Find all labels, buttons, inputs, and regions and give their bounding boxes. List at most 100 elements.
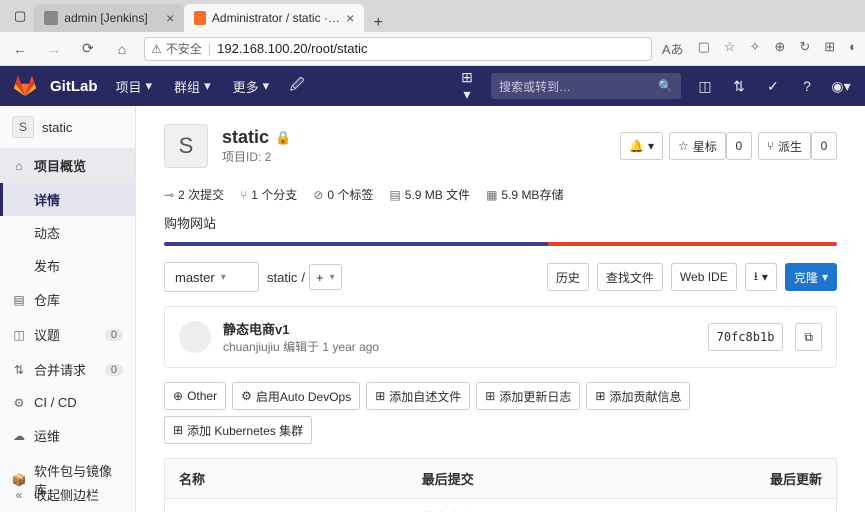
tab-title-jenkins: admin [Jenkins] — [64, 11, 147, 25]
extensions-icon[interactable]: ⊞ — [824, 39, 835, 58]
col-name: 名称 — [165, 459, 408, 499]
chevron-down-icon: ▾ — [204, 78, 211, 94]
commit-sha[interactable]: 70fc8b1b — [708, 323, 784, 351]
stat-branch[interactable]: ⑂1 个分支 — [240, 186, 297, 203]
merge-requests-icon[interactable]: ⇅ — [729, 78, 749, 95]
copy-icon: ⧉ — [804, 330, 813, 345]
new-tab-button[interactable]: + — [364, 14, 392, 32]
gitlab-logo-icon[interactable] — [14, 75, 36, 97]
add-file-dropdown[interactable]: + ▾ — [309, 264, 342, 290]
browser-toolbar: ← → ⟳ ⌂ ⚠ 不安全 | 192.168.100.20/root/stat… — [0, 32, 865, 66]
count-badge: 0 — [105, 364, 123, 376]
new-plus-icon[interactable]: ⊞ ▾ — [457, 69, 477, 103]
collections-icon[interactable]: ✧ — [750, 39, 761, 58]
global-search[interactable]: 搜索或转到… 🔍 — [491, 73, 681, 99]
suggested-action-button[interactable]: ⊞ 添加贡献信息 — [586, 382, 690, 410]
warning-icon: ⚠ — [151, 42, 162, 56]
history-button[interactable]: 历史 — [547, 263, 589, 291]
browser-tab-strip: ▢ admin [Jenkins] × Administrator / stat… — [0, 0, 865, 32]
url-text: 192.168.100.20/root/static — [217, 41, 367, 56]
branch-select[interactable]: master▾ — [164, 262, 259, 292]
home-button[interactable]: ⌂ — [110, 41, 134, 57]
close-tab-icon[interactable]: × — [166, 10, 174, 26]
insecure-badge[interactable]: ⚠ 不安全 — [151, 40, 202, 57]
fork-count: 0 — [811, 132, 837, 160]
count-badge: 0 — [105, 329, 123, 341]
sidebar-subitem[interactable]: 动态 — [0, 216, 135, 249]
stat-storage[interactable]: ▦5.9 MB存储 — [486, 186, 563, 203]
disk-icon: ▤ — [389, 188, 400, 202]
read-aloud-icon[interactable]: Aあ — [662, 39, 684, 58]
fork-icon: ⑂ — [767, 139, 774, 153]
plus-icon: ⊞ — [595, 389, 605, 403]
window-icon: ▢ — [14, 8, 26, 24]
lang-segment-1 — [164, 242, 548, 246]
sidebar-item-repo[interactable]: ▤仓库 — [0, 282, 135, 317]
sidebar-subitem[interactable]: 发布 — [0, 249, 135, 282]
sidebar-item-home[interactable]: ⌂项目概览 — [0, 148, 135, 183]
nav-more[interactable]: 更多 ▾ — [229, 77, 274, 96]
breadcrumb-root[interactable]: static — [267, 270, 297, 285]
sidebar-item-issues[interactable]: ◫议题0 — [0, 317, 135, 352]
issues-icon[interactable]: ◫ — [695, 78, 715, 95]
collapse-sidebar[interactable]: « 收起侧边栏 — [0, 477, 135, 512]
stat-disk[interactable]: ▤5.9 MB 文件 — [389, 186, 470, 203]
browser-tab-jenkins[interactable]: admin [Jenkins] × — [34, 4, 184, 32]
project-avatar-mini: S — [12, 116, 34, 138]
download-icon: ⭳ — [754, 267, 758, 288]
find-file-button[interactable]: 查找文件 — [597, 263, 663, 291]
plus-icon: ⊞ — [173, 423, 183, 437]
storage-icon: ▦ — [486, 188, 497, 202]
clone-button[interactable]: 克隆 ▾ — [785, 263, 837, 291]
plus-icon: ⊞ — [375, 389, 385, 403]
close-tab-icon[interactable]: × — [346, 10, 354, 26]
chevron-down-icon: ▾ — [263, 78, 270, 94]
add-favorite-icon[interactable]: ⊕ — [774, 39, 785, 58]
fork-button[interactable]: ⑂派生 — [758, 132, 811, 160]
refresh-button[interactable]: ⟳ — [76, 40, 100, 57]
back-button[interactable]: ← — [8, 41, 32, 57]
forward-button[interactable]: → — [42, 41, 66, 57]
nav-projects[interactable]: 项目 ▾ — [112, 77, 157, 96]
sync-icon[interactable]: ↻ — [799, 39, 810, 58]
browser-tab-gitlab[interactable]: Administrator / static · GitLab × — [184, 4, 364, 32]
stat-tag[interactable]: ⊘0 个标签 — [313, 186, 373, 203]
commit-meta: chuanjiujiu 编辑于 1 year ago — [223, 338, 379, 355]
suggested-action-button[interactable]: ⊕ Other — [164, 382, 226, 410]
help-icon[interactable]: ? — [797, 78, 817, 94]
favicon-jenkins — [44, 11, 58, 25]
table-row[interactable]: 📁css 静态电商v1 1 year ago — [165, 499, 837, 512]
suggested-action-button[interactable]: ⚙ 启用Auto DevOps — [232, 382, 360, 410]
sidebar-item-merge[interactable]: ⇅合并请求0 — [0, 352, 135, 387]
admin-wrench-icon[interactable]: 🖉 — [287, 74, 307, 98]
gitlab-top-nav: GitLab 项目 ▾ 群组 ▾ 更多 ▾ 🖉 ⊞ ▾ 搜索或转到… 🔍 ◫ ⇅… — [0, 66, 865, 106]
suggested-action-button[interactable]: ⊞ 添加自述文件 — [366, 382, 470, 410]
download-button[interactable]: ⭳ ▾ — [745, 263, 777, 291]
stat-commit[interactable]: ⊸2 次提交 — [164, 186, 224, 203]
project-header: S static 🔒 项目ID: 2 🔔 ▾ ☆星标 0 ⑂派生 0 — [164, 124, 837, 168]
tab-actions-icon[interactable]: ▢ — [698, 39, 710, 58]
suggested-action-button[interactable]: ⊞ 添加更新日志 — [476, 382, 580, 410]
sidebar-item-ops[interactable]: ☁运维 — [0, 418, 135, 453]
sidebar-project-header[interactable]: S static — [0, 106, 135, 148]
todos-icon[interactable]: ✓ — [763, 78, 783, 95]
sidebar-subitem[interactable]: 详情 — [0, 183, 135, 216]
tab-title-gitlab: Administrator / static · GitLab — [212, 11, 340, 25]
suggested-action-button[interactable]: ⊞ 添加 Kubernetes 集群 — [164, 416, 312, 444]
repo-icon: ▤ — [12, 293, 26, 307]
sidebar-item-cicd[interactable]: ⚙CI / CD — [0, 387, 135, 418]
gear-icon: ⚙ — [241, 389, 252, 403]
language-bar — [164, 242, 837, 246]
profile-icon[interactable]: ◐ — [849, 39, 857, 58]
webide-button[interactable]: Web IDE — [671, 263, 737, 291]
address-bar[interactable]: ⚠ 不安全 | 192.168.100.20/root/static — [144, 37, 652, 61]
star-button[interactable]: ☆星标 — [669, 132, 726, 160]
gitlab-brand[interactable]: GitLab — [50, 78, 98, 95]
user-menu-icon[interactable]: ◉▾ — [831, 78, 851, 95]
notifications-button[interactable]: 🔔 ▾ — [620, 132, 663, 160]
commit-title[interactable]: 静态电商v1 — [223, 319, 379, 338]
favorite-icon[interactable]: ☆ — [724, 39, 736, 58]
window-controls: ▢ — [6, 8, 34, 24]
nav-groups[interactable]: 群组 ▾ — [170, 77, 215, 96]
copy-sha-button[interactable]: ⧉ — [795, 323, 822, 351]
